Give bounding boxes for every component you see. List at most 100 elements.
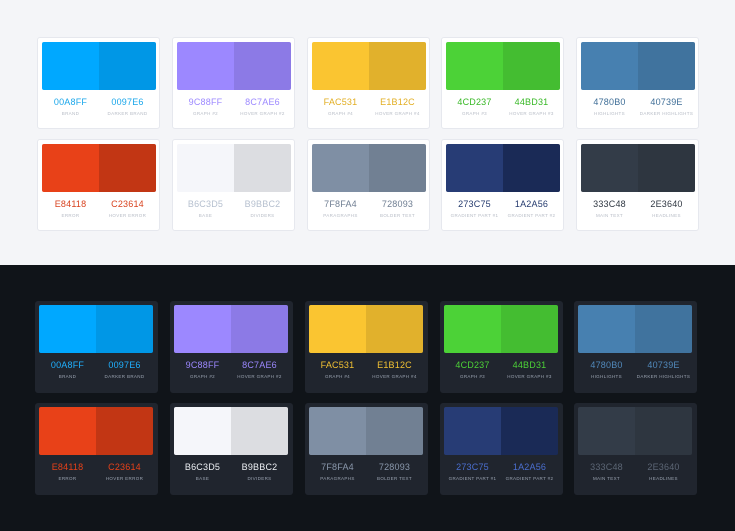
color-swatch: [177, 144, 291, 192]
color-swatch: [42, 144, 156, 192]
base-color-block: [174, 407, 231, 455]
color-role-label: GRAPH #4: [327, 111, 354, 116]
color-labels: B6C3D5 BASE B9BBC2 DIVIDERS: [177, 198, 291, 228]
hover-color-info: 728093 BOLDER TEXT: [369, 198, 426, 228]
hex-code: 40739E: [650, 97, 683, 107]
color-labels: 273C75 GRADIENT PART #1 1A2A56 GRADIENT PAR…: [444, 461, 558, 491]
color-swatch: [444, 407, 558, 455]
base-color-block: [42, 42, 99, 90]
base-color-info: 4780B0 HIGHLIGHTS: [578, 359, 635, 389]
color-role-label: ERROR: [58, 476, 77, 481]
color-swatch: [174, 407, 288, 455]
hex-code: 00A8FF: [53, 97, 88, 107]
hover-color-info: 728093 BOLDER TEXT: [366, 461, 423, 491]
color-swatch: [581, 42, 695, 90]
color-card: 4780B0 HIGHLIGHTS 40739E DARKER HIGHLIGHTS: [576, 37, 699, 129]
color-swatch: [39, 407, 153, 455]
color-labels: 333C48 MAIN TEXT 2E3640 HEADLINES: [581, 198, 695, 228]
color-labels: 4780B0 HIGHLIGHTS 40739E DARKER HIGHLIGHTS: [581, 96, 695, 126]
color-swatch: [581, 144, 695, 192]
hover-color-block: [369, 42, 426, 90]
hex-code: B6C3D5: [187, 199, 224, 209]
hover-color-info: 44BD31 HOVER GRAPH #3: [503, 96, 560, 126]
base-color-block: [309, 407, 366, 455]
hover-color-block: [635, 305, 692, 353]
color-role-label: GRAPH #4: [324, 374, 351, 379]
dark-theme-panel: 00A8FF BRAND 0097E6 DARKER BRAND 9C88FF GRAPH…: [0, 265, 735, 531]
color-role-label: PARAGRAPHS: [320, 476, 355, 481]
hover-color-info: 1A2A56 GRADIENT PART #2: [503, 198, 560, 228]
base-color-info: 00A8FF BRAND: [39, 359, 96, 389]
color-role-label: HOVER GRAPH #4: [372, 374, 417, 379]
hover-color-block: [369, 144, 426, 192]
color-labels: 4780B0 HIGHLIGHTS 40739E DARKER HIGHLIGHTS: [578, 359, 692, 389]
color-card: FAC531 GRAPH #4 E1B12C HOVER GRAPH #4: [305, 301, 428, 393]
base-color-block: [446, 144, 503, 192]
color-card: 9C88FF GRAPH #2 8C7AE6 HOVER GRAPH #2: [170, 301, 293, 393]
color-role-label: HEADLINES: [652, 213, 681, 218]
color-swatch: [42, 42, 156, 90]
dark-swatch-grid: 00A8FF BRAND 0097E6 DARKER BRAND 9C88FF GRAPH…: [0, 265, 735, 531]
color-card: B6C3D5 BASE B9BBC2 DIVIDERS: [172, 139, 295, 231]
hover-color-info: 2E3640 HEADLINES: [638, 198, 695, 228]
hex-code: 4CD237: [455, 360, 490, 370]
hex-code: 333C48: [590, 462, 623, 472]
hover-color-info: 8C7AE6 HOVER GRAPH #2: [231, 359, 288, 389]
hover-color-block: [231, 407, 288, 455]
color-role-label: HEADLINES: [649, 476, 678, 481]
color-swatch: [177, 42, 291, 90]
base-color-info: 273C75 GRADIENT PART #1: [446, 198, 503, 228]
hex-code: 728093: [381, 199, 414, 209]
color-role-label: DARKER BRAND: [104, 374, 145, 379]
hover-color-info: 44BD31 HOVER GRAPH #3: [501, 359, 558, 389]
hover-color-block: [231, 305, 288, 353]
hex-code: 40739E: [647, 360, 680, 370]
hover-color-block: [501, 305, 558, 353]
hex-code: 00A8FF: [50, 360, 85, 370]
base-color-block: [446, 42, 503, 90]
base-color-info: E84118 ERROR: [42, 198, 99, 228]
color-card: 00A8FF BRAND 0097E6 DARKER BRAND: [37, 37, 160, 129]
hover-color-info: E1B12C HOVER GRAPH #4: [369, 96, 426, 126]
color-labels: 273C75 GRADIENT PART #1 1A2A56 GRADIENT PAR…: [446, 198, 560, 228]
color-role-label: GRADIENT PART #1: [448, 476, 497, 481]
hex-code: 7F8FA4: [321, 462, 354, 472]
base-color-info: 273C75 GRADIENT PART #1: [444, 461, 501, 491]
base-color-block: [177, 144, 234, 192]
hex-code: B9BBC2: [244, 199, 281, 209]
hex-code: 9C88FF: [188, 97, 223, 107]
base-color-block: [444, 407, 501, 455]
color-role-label: PARAGRAPHS: [323, 213, 358, 218]
base-color-info: 9C88FF GRAPH #2: [174, 359, 231, 389]
hover-color-info: C23614 HOVER ERROR: [96, 461, 153, 491]
hex-code: C23614: [108, 462, 141, 472]
color-labels: 4CD237 GRAPH #3 44BD31 HOVER GRAPH #3: [446, 96, 560, 126]
hover-color-block: [503, 42, 560, 90]
hex-code: 8C7AE6: [245, 97, 280, 107]
hover-color-block: [99, 144, 156, 192]
hex-code: 1A2A56: [512, 462, 547, 472]
color-swatch: [312, 144, 426, 192]
color-role-label: GRAPH #2: [189, 374, 216, 379]
base-color-block: [312, 42, 369, 90]
hex-code: 273C75: [458, 199, 491, 209]
hover-color-block: [366, 305, 423, 353]
color-card: E84118 ERROR C23614 HOVER ERROR: [35, 403, 158, 495]
color-labels: 7F8FA4 PARAGRAPHS 728093 BOLDER TEXT: [309, 461, 423, 491]
color-role-label: HOVER GRAPH #2: [237, 374, 282, 379]
color-labels: FAC531 GRAPH #4 E1B12C HOVER GRAPH #4: [309, 359, 423, 389]
light-theme-panel: 00A8FF BRAND 0097E6 DARKER BRAND 9C88FF GRAPH…: [0, 0, 735, 265]
light-swatch-grid: 00A8FF BRAND 0097E6 DARKER BRAND 9C88FF GRAPH…: [0, 0, 735, 265]
base-color-block: [39, 407, 96, 455]
color-role-label: BOLDER TEXT: [376, 476, 413, 481]
base-color-block: [578, 407, 635, 455]
hover-color-block: [96, 407, 153, 455]
color-labels: E84118 ERROR C23614 HOVER ERROR: [39, 461, 153, 491]
hex-code: FAC531: [323, 97, 358, 107]
hover-color-block: [234, 42, 291, 90]
color-swatch: [444, 305, 558, 353]
base-color-info: 9C88FF GRAPH #2: [177, 96, 234, 126]
hover-color-info: B9BBC2 DIVIDERS: [234, 198, 291, 228]
base-color-info: 7F8FA4 PARAGRAPHS: [312, 198, 369, 228]
color-labels: 00A8FF BRAND 0097E6 DARKER BRAND: [42, 96, 156, 126]
